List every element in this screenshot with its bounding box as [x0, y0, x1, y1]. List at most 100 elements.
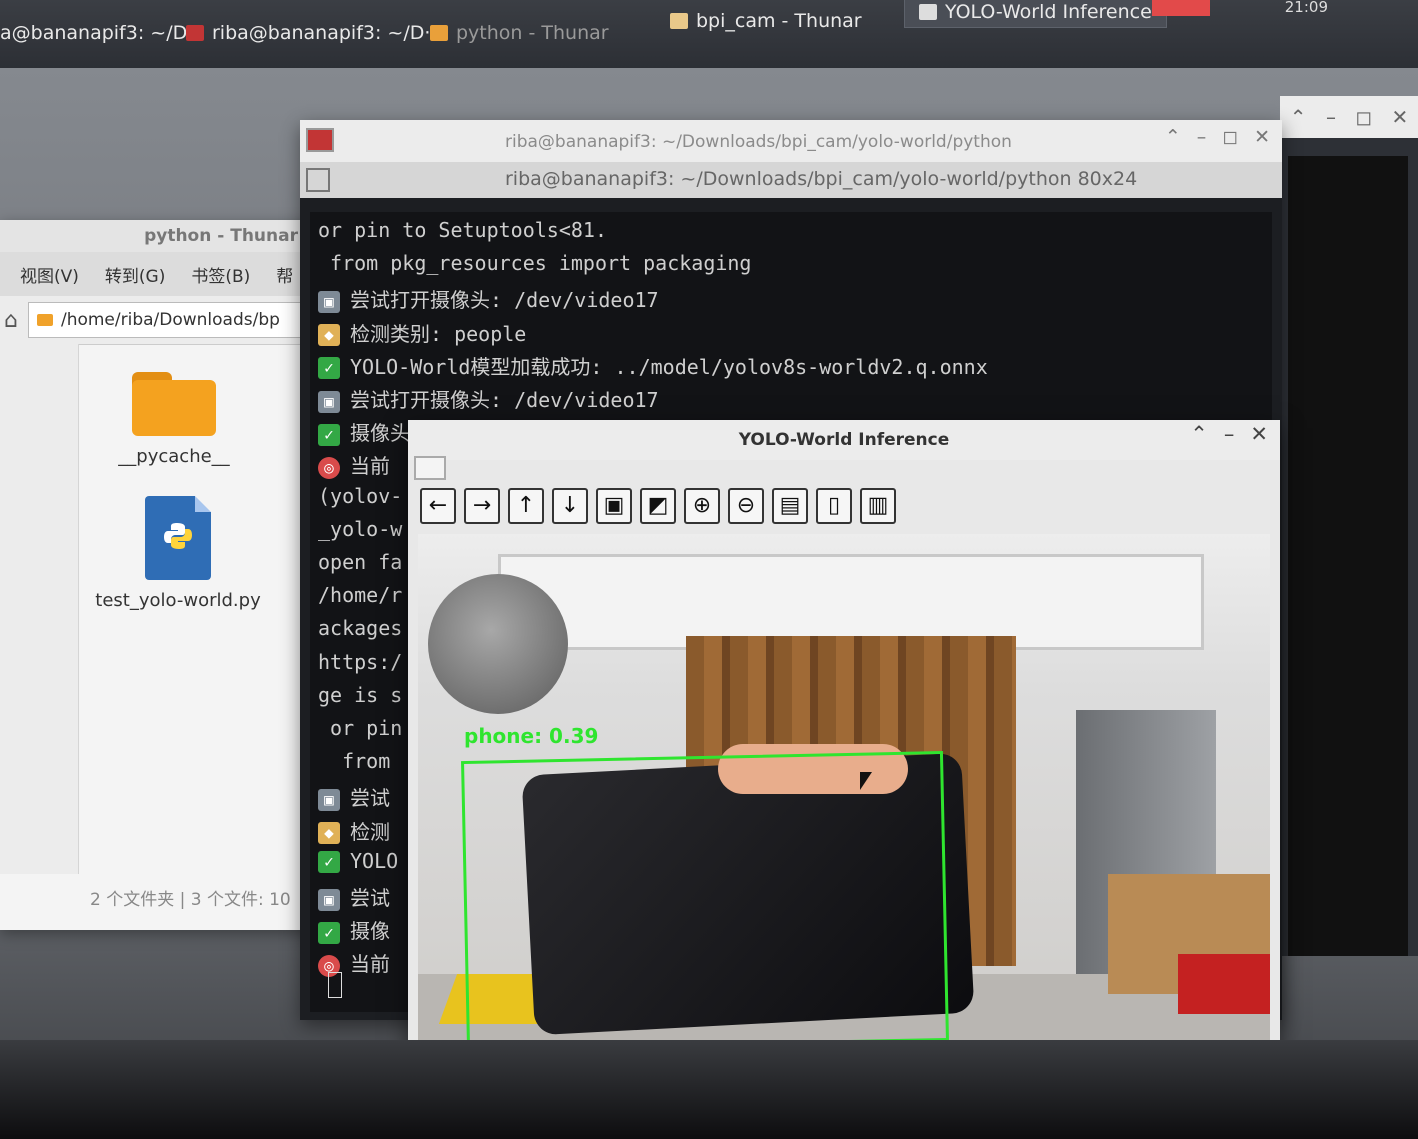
window-title: YOLO-World Inference — [738, 430, 950, 450]
terminal-cursor — [328, 972, 342, 998]
close-icon[interactable]: ✕ — [1391, 105, 1408, 129]
taskbar-item-thunar-bpi-cam[interactable]: bpi_cam - Thunar — [670, 10, 862, 32]
terminal-line: or pin to Setuptools<81. — [318, 218, 607, 242]
file-name: test_yolo-world.py — [95, 590, 261, 611]
camera-icon: ▣ — [318, 888, 340, 911]
thunar-window: python - Thunar 视图(V) 转到(G) 书签(B) 帮 ⌂ /h… — [0, 220, 330, 930]
terminal-line: _yolo-w — [318, 517, 402, 541]
image-person-icon[interactable]: ◩ — [640, 488, 676, 524]
terminal-line: ▣ 尝试打开摄像头: /dev/video17 — [318, 284, 659, 313]
close-icon[interactable]: ✕ — [1250, 422, 1268, 446]
terminal-line: ✓ YOLO-World模型加载成功: ../model/yolov8s-worl… — [318, 351, 988, 380]
taskbar-item-terminal-2[interactable]: riba@bananapif3: ~/D··· — [186, 22, 443, 44]
screen-bezel — [0, 1040, 1418, 1139]
minimize-icon[interactable]: – — [1224, 422, 1235, 446]
camera-feed: phone: 0.39 — [418, 534, 1270, 1042]
background-terminal-window: ⌃ – ◻ ✕ — [1280, 96, 1418, 956]
terminal-line: (yolov- — [318, 484, 402, 508]
menu-help[interactable]: 帮 — [276, 262, 293, 287]
terminal-line: open fa — [318, 550, 402, 574]
tray-icon[interactable] — [1152, 0, 1210, 16]
terminal-line-text: or pin to Setuptools<81. — [318, 218, 607, 242]
home-icon[interactable]: ⌂ — [4, 308, 18, 333]
yolo-inference-window: YOLO-World Inference ⌃ – ✕ ← → ↑ ↓ ▣ ◩ ⊕ ⊖ ▤ ▯ ▥ p… — [408, 420, 1280, 1082]
status-bar: 2 个文件夹 | 3 个文件: 10 — [90, 890, 291, 910]
minimize-icon[interactable]: – — [1197, 126, 1207, 148]
terminal-line: ◆ 检测 — [318, 816, 390, 845]
location-bar: ⌂ /home/riba/Downloads/bp — [0, 296, 330, 345]
python-file-icon — [145, 496, 211, 580]
terminal-line-text: ge is s — [318, 682, 403, 707]
terminal-tab[interactable]: riba@bananapif3: ~/Downloads/bpi_cam/yol… — [300, 162, 1282, 198]
arrow-right-icon[interactable]: → — [464, 488, 500, 524]
taskbar-item-label: python - Thunar — [456, 22, 609, 44]
menu-view[interactable]: 视图(V) — [20, 262, 79, 287]
arrow-down-icon[interactable]: ↓ — [552, 488, 588, 524]
mouse-pointer-icon — [860, 772, 872, 790]
terminal-line-text: ackages — [318, 616, 403, 641]
tab-icon — [306, 168, 330, 192]
maximize-icon[interactable]: ◻ — [1222, 126, 1238, 148]
terminal-line: ◆ 检测类别: people — [318, 318, 526, 347]
terminal-line: from pkg_resources import packaging — [318, 251, 751, 275]
menu-bookmarks[interactable]: 书签(B) — [191, 262, 250, 287]
terminal-line-text: _yolo-w — [318, 516, 403, 541]
file-item-pycache[interactable]: __pycache__ — [84, 372, 264, 467]
menubar: 视图(V) 转到(G) 书签(B) 帮 — [0, 252, 330, 296]
properties-icon[interactable]: ▥ — [860, 488, 896, 524]
camera-icon: ▣ — [318, 290, 340, 313]
arrow-up-icon[interactable]: ↑ — [508, 488, 544, 524]
terminal-line: or pin — [318, 716, 402, 740]
terminal-line-text: 当前 — [350, 454, 390, 479]
window-controls: ⌃ – ◻ ✕ — [1165, 126, 1270, 148]
terminal-line: ◎ 当前 — [318, 450, 390, 479]
terminal-line-text: from pkg_resources import packaging — [318, 251, 752, 276]
terminal-line: ▣ 尝试打开摄像头: /dev/video17 — [318, 384, 659, 413]
window-icon — [919, 4, 937, 20]
terminal-line-text: YOLO-World模型加载成功: ../model/yolov8s-world… — [350, 354, 988, 379]
detection-label: phone: 0.39 — [464, 724, 599, 748]
folder-icon — [132, 372, 216, 436]
smart-speaker — [428, 574, 568, 714]
red-box — [1178, 954, 1270, 1014]
minimize-icon[interactable]: – — [1326, 105, 1336, 129]
terminal-line: ▣ 尝试 — [318, 782, 390, 811]
terminal-line-text: 检测类别: people — [350, 321, 527, 346]
file-item-test-yolo-world[interactable]: test_yolo-world.py — [88, 496, 268, 611]
zoom-in-icon[interactable]: ⊕ — [684, 488, 720, 524]
sidebar — [0, 344, 79, 874]
camera-icon: ▣ — [318, 390, 340, 413]
image-icon[interactable]: ▣ — [596, 488, 632, 524]
terminal-line-text: 尝试 — [350, 886, 390, 910]
shade-icon[interactable]: ⌃ — [1165, 126, 1181, 148]
terminal-line: /home/r — [318, 583, 402, 607]
terminal-line-text: (yolov- — [318, 483, 403, 508]
window-icon — [414, 456, 446, 480]
zoom-out-icon[interactable]: ⊖ — [728, 488, 764, 524]
terminal-line: ✓ YOLO — [318, 849, 398, 874]
check-icon: ✓ — [318, 423, 340, 446]
window-controls: ⌃ – ◻ ✕ — [1280, 96, 1418, 138]
terminal-line-text: 检测 — [350, 819, 390, 844]
path-field[interactable]: /home/riba/Downloads/bp — [27, 302, 330, 338]
maximize-icon[interactable]: ◻ — [1355, 105, 1372, 129]
taskbar-item-yolo[interactable]: YOLO-World Inference — [904, 0, 1167, 28]
save-icon[interactable]: ▤ — [772, 488, 808, 524]
terminal-line-text: or pin — [318, 716, 403, 740]
taskbar-item-terminal-1[interactable]: a@bananapif3: ~/D··· — [0, 22, 205, 44]
path-text: /home/riba/Downloads/bp — [60, 310, 280, 330]
maximize-up-icon[interactable]: ⌃ — [1290, 105, 1307, 129]
terminal-app-icon — [186, 25, 204, 41]
menu-go[interactable]: 转到(G) — [105, 262, 165, 287]
terminal-line-text: from — [318, 749, 391, 774]
close-icon[interactable]: ✕ — [1254, 126, 1270, 148]
taskbar-item-thunar-python[interactable]: python - Thunar — [430, 22, 609, 44]
arrow-left-icon[interactable]: ← — [420, 488, 456, 524]
terminal-body — [1288, 156, 1408, 956]
terminal-line: ge is s — [318, 683, 402, 707]
target-icon: ◎ — [318, 456, 340, 479]
terminal-line-text: 尝试打开摄像头: /dev/video17 — [350, 388, 659, 412]
clipboard-icon[interactable]: ▯ — [816, 488, 852, 524]
folder-icon — [430, 25, 448, 41]
shade-icon[interactable]: ⌃ — [1190, 422, 1208, 446]
